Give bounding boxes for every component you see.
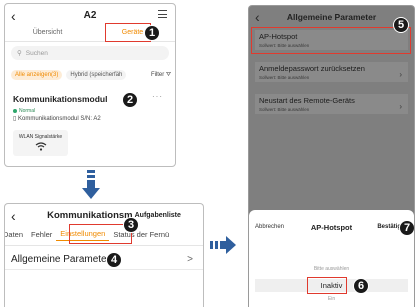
remote-restart-row[interactable]: Neustart des Remote-Geräts Sollwert: Bit… — [255, 94, 408, 114]
tab-overview[interactable]: Übersicht — [5, 24, 90, 41]
status-dot — [13, 109, 17, 113]
filter-icon: ⛛ — [165, 71, 171, 78]
module-title[interactable]: Kommunikationsmodul — [13, 94, 107, 104]
down-arrow-icon — [82, 170, 100, 199]
search-icon: ⚲ — [17, 50, 22, 57]
serial-text: Kommunikationsmodul S/N: A2 — [17, 116, 101, 122]
status-label: Normal — [19, 108, 36, 114]
step-badge-3: 3 — [123, 217, 139, 233]
filter-bar: Alle anzeigen(3) Hybrid (speicherfäh Fil… — [11, 69, 171, 81]
navbar: ‹ A2 — [5, 6, 175, 24]
ap-hotspot-highlight — [251, 27, 411, 54]
general-parameters-label: Allgemeine Parameter — [11, 254, 110, 265]
page-title: Allgemeine Parameter — [286, 12, 377, 22]
navbar: ‹ Kommunikationsm Aufgabenliste — [5, 206, 203, 224]
tab-errors[interactable]: Fehler — [27, 230, 56, 239]
step-badge-6: 6 — [353, 278, 369, 294]
step-badge-2: 2 — [122, 92, 138, 108]
wifi-icon — [35, 142, 46, 151]
tab-data[interactable]: Daten — [5, 230, 27, 239]
chevron-right-icon: › — [399, 102, 402, 111]
search-input[interactable]: ⚲ Suchen — [11, 46, 169, 60]
back-icon[interactable]: ‹ — [11, 8, 16, 24]
menu-icon[interactable] — [158, 10, 167, 18]
general-parameters-row[interactable]: Allgemeine Parameter > — [5, 250, 203, 270]
step-badge-5: 5 — [393, 17, 409, 33]
page-title: Kommunikationsm — [47, 209, 133, 221]
filter-label: Filter — [150, 71, 165, 78]
filter-button[interactable]: Filter ⛛ — [151, 72, 171, 79]
tutorial-composite: ‹ A2 Übersicht Geräte 1 ⚲ Suchen Alle an… — [0, 0, 417, 307]
more-icon[interactable]: ··· — [152, 92, 163, 101]
wlan-label: WLAN Signalstärke — [18, 134, 63, 140]
step-badge-4: 4 — [106, 252, 122, 268]
status-badge: Normal — [13, 108, 35, 114]
inactive-option-highlight — [307, 277, 347, 294]
picker-option[interactable]: Bitte auswählen — [249, 266, 414, 272]
reset-password-title: Anmeldepasswort zurücksetzen — [259, 64, 365, 73]
reset-password-row[interactable]: Anmeldepasswort zurücksetzen Sollwert: B… — [255, 62, 408, 82]
step-badge-7: 7 — [399, 220, 414, 236]
tab-overview-label: Übersicht — [32, 29, 63, 36]
picker-option[interactable]: Ein — [249, 296, 414, 302]
navbar: ‹ Allgemeine Parameter — [249, 7, 414, 27]
filter-chip-hybrid[interactable]: Hybrid (speicherfäh — [66, 70, 127, 80]
chevron-right-icon: > — [187, 254, 193, 265]
task-list-link[interactable]: Aufgabenliste — [135, 212, 181, 219]
page-title: A2 — [83, 9, 97, 21]
right-arrow-icon — [210, 236, 236, 254]
serial-number: ▯ Kommunikationsmodul S/N: A2 — [13, 115, 101, 122]
picker-header: Abbrechen AP-Hotspot Bestätigen — [249, 222, 414, 234]
chevron-right-icon: › — [399, 70, 402, 79]
filter-chip-all[interactable]: Alle anzeigen(3) — [11, 70, 63, 80]
search-placeholder: Suchen — [25, 49, 48, 57]
devices-screen: ‹ A2 Übersicht Geräte 1 ⚲ Suchen Alle an… — [4, 3, 176, 167]
general-parameters-screen: ‹ Allgemeine Parameter AP-Hotspot Sollwe… — [248, 5, 415, 307]
reset-password-setpoint: Sollwert: Bitte auswählen — [259, 75, 310, 80]
back-icon[interactable]: ‹ — [255, 9, 260, 25]
module-screen: ‹ Kommunikationsm Aufgabenliste Daten Fe… — [4, 203, 204, 307]
remote-restart-setpoint: Sollwert: Bitte auswählen — [259, 107, 310, 112]
device-icon: ▯ — [13, 116, 17, 122]
wlan-card: WLAN Signalstärke — [13, 130, 68, 156]
picker-sheet: Abbrechen AP-Hotspot Bestätigen 7 Bitte … — [249, 210, 414, 307]
step-badge-1: 1 — [144, 25, 160, 41]
back-icon[interactable]: ‹ — [11, 208, 16, 224]
remote-restart-title: Neustart des Remote-Geräts — [259, 96, 355, 105]
